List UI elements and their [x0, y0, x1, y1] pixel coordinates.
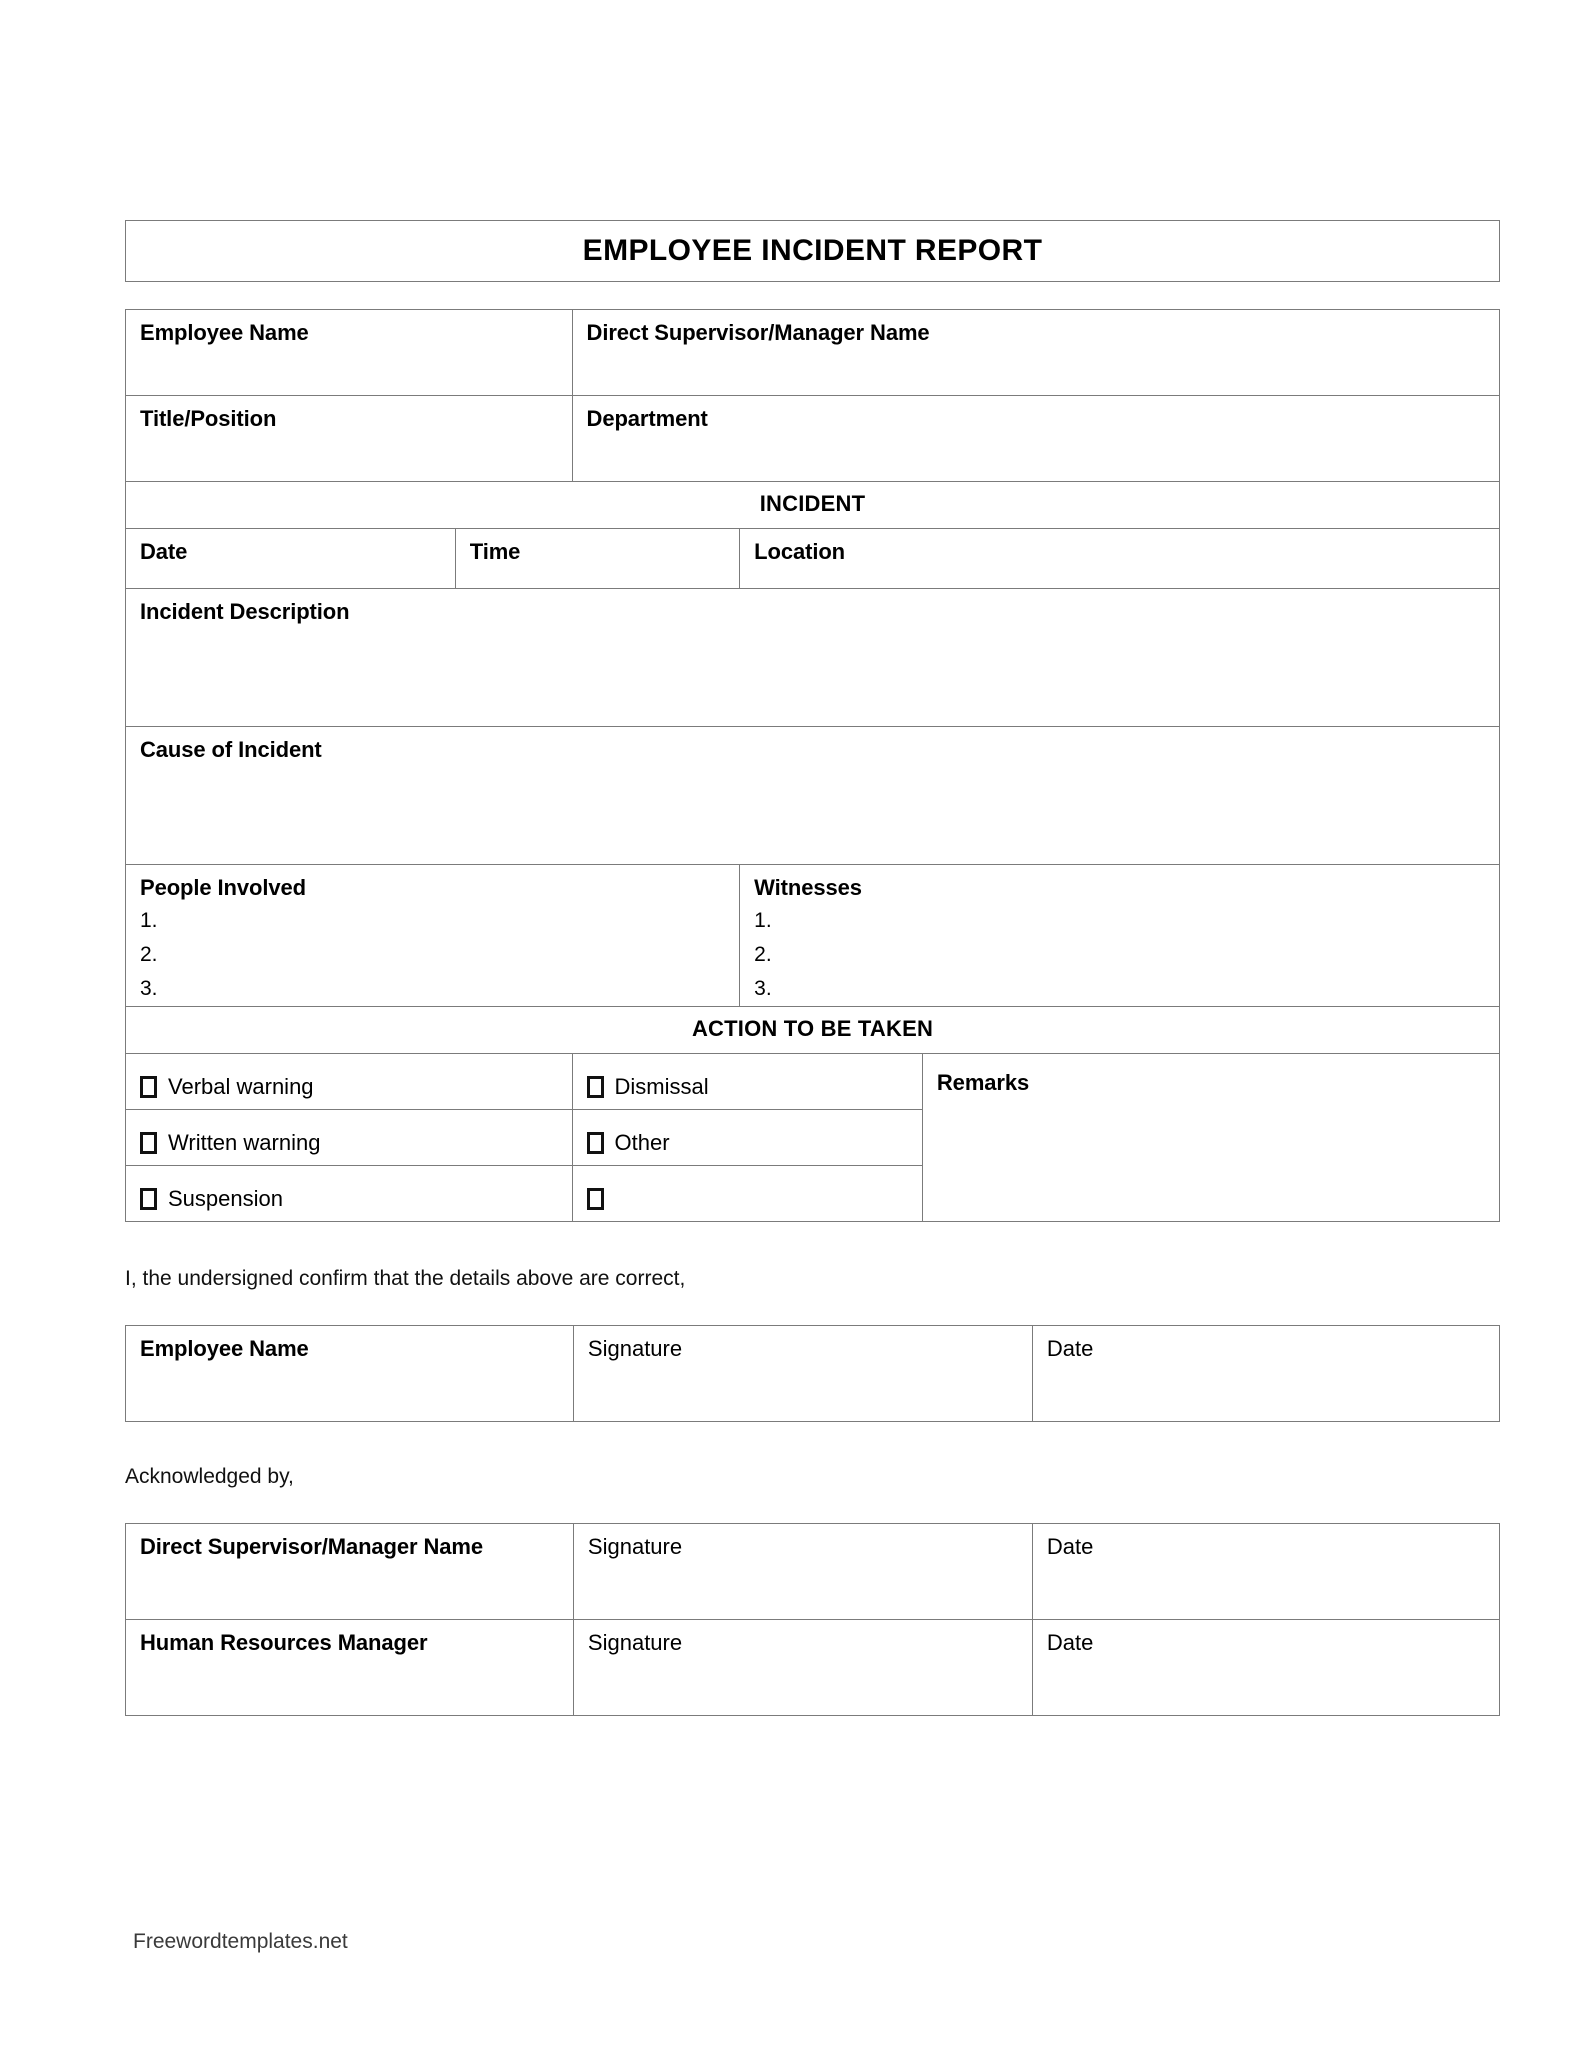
table-row: Verbal warning Dismissal Remarks [125, 1053, 1501, 1223]
remarks-label: Remarks [936, 1070, 1030, 1096]
cell-hr-date[interactable]: Date [1031, 1619, 1501, 1717]
cell-department[interactable]: Department [571, 395, 1501, 482]
cell-supervisor-date[interactable]: Date [1031, 1523, 1501, 1621]
people-involved-label: People Involved [140, 875, 306, 900]
document-title-bar: EMPLOYEE INCIDENT REPORT [125, 220, 1500, 282]
time-label: Time [469, 539, 521, 564]
action-option-label: Dismissal [614, 1074, 709, 1100]
acknowledgement-signature-table: Direct Supervisor/Manager Name Signature… [125, 1523, 1501, 1717]
cell-remarks[interactable]: Remarks [921, 1053, 1501, 1223]
list-item: 2. [140, 943, 158, 967]
cell-incident-description[interactable]: Incident Description [125, 588, 1500, 727]
table-row: People Involved 1. 2. 3. Witnesses 1. 2.… [124, 863, 1500, 1008]
signature-label: Signature [587, 1630, 683, 1656]
list-item: 1. [140, 909, 158, 932]
table-row: Cause of Incident [125, 726, 1500, 865]
hr-manager-label: Human Resources Manager [140, 1630, 428, 1656]
action-option-dismissal[interactable]: Dismissal [571, 1053, 923, 1111]
date-label: Date [1046, 1336, 1094, 1362]
cell-employee-date[interactable]: Date [1031, 1325, 1501, 1423]
cell-title-position[interactable]: Title/Position [125, 395, 573, 482]
date-label: Date [1046, 1534, 1094, 1560]
page-title: EMPLOYEE INCIDENT REPORT [582, 234, 1043, 267]
action-option-label: Written warning [168, 1130, 321, 1156]
employee-name-label: Employee Name [140, 1336, 309, 1362]
action-option-blank[interactable] [571, 1165, 923, 1223]
witnesses-label: Witnesses [754, 875, 862, 900]
checkbox-icon[interactable] [586, 1188, 604, 1211]
date-label: Date [1046, 1630, 1094, 1656]
date-label: Date [140, 539, 188, 564]
action-option-label: Verbal warning [168, 1074, 314, 1100]
cell-employee-signature[interactable]: Signature [572, 1325, 1033, 1423]
list-item: 3. [140, 977, 158, 1001]
checkbox-icon[interactable] [140, 1132, 157, 1155]
title-position-label: Title/Position [140, 406, 277, 431]
action-option-written-warning[interactable]: Written warning [125, 1109, 573, 1167]
table-row: INCIDENT [125, 481, 1500, 529]
cell-employee-name-signoff[interactable]: Employee Name [125, 1325, 574, 1423]
confirmation-statement: I, the undersigned confirm that the deta… [125, 1267, 686, 1291]
cell-cause-of-incident[interactable]: Cause of Incident [125, 726, 1500, 865]
cell-location[interactable]: Location [739, 528, 1500, 589]
title-spacer [125, 282, 1500, 309]
form-sheet: EMPLOYEE INCIDENT REPORT Employee Name D… [124, 220, 1501, 1717]
checkbox-icon[interactable] [140, 1076, 157, 1099]
action-option-label: Suspension [168, 1186, 283, 1212]
acknowledgement-statement: Acknowledged by, [125, 1465, 294, 1489]
table-row: Direct Supervisor/Manager Name Signature… [125, 1523, 1501, 1621]
section-header-action: ACTION TO BE TAKEN [125, 1006, 1500, 1055]
cell-supervisor-name-signoff[interactable]: Direct Supervisor/Manager Name [125, 1523, 574, 1621]
department-label: Department [586, 406, 708, 431]
action-option-other[interactable]: Other [571, 1109, 923, 1167]
supervisor-name-label: Direct Supervisor/Manager Name [140, 1534, 484, 1560]
table-row: Employee Name Direct Supervisor/Manager … [125, 309, 1501, 396]
checkbox-icon[interactable] [586, 1076, 604, 1099]
cell-supervisor-name[interactable]: Direct Supervisor/Manager Name [571, 309, 1501, 396]
list-item: 3. [754, 977, 772, 1001]
action-option-suspension[interactable]: Suspension [125, 1165, 573, 1223]
cell-witnesses[interactable]: Witnesses 1. 2. 3. [739, 863, 1500, 1008]
footer-watermark: Freewordtemplates.net [133, 1930, 348, 1953]
action-option-verbal-warning[interactable]: Verbal warning [125, 1053, 573, 1111]
table-row: Date Time Location [125, 528, 1500, 589]
checkbox-icon[interactable] [140, 1188, 157, 1211]
list-item: 2. [754, 943, 772, 967]
signature-label: Signature [587, 1336, 683, 1362]
employee-name-label: Employee Name [140, 320, 309, 345]
cell-date[interactable]: Date [125, 528, 456, 589]
table-row: Human Resources Manager Signature Date [125, 1619, 1501, 1717]
incident-form-table: Employee Name Direct Supervisor/Manager … [124, 309, 1501, 1223]
action-option-label: Other [614, 1130, 670, 1156]
supervisor-name-label: Direct Supervisor/Manager Name [586, 320, 930, 345]
table-row: ACTION TO BE TAKEN [125, 1006, 1500, 1055]
location-label: Location [754, 539, 846, 564]
cell-supervisor-signature[interactable]: Signature [572, 1523, 1033, 1621]
signature-label: Signature [587, 1534, 683, 1560]
witnesses-list: 1. 2. 3. [754, 900, 1485, 1006]
people-involved-list: 1. 2. 3. [140, 900, 725, 1006]
cell-employee-name[interactable]: Employee Name [125, 309, 573, 396]
cause-of-incident-label: Cause of Incident [140, 737, 322, 762]
cell-people-involved[interactable]: People Involved 1. 2. 3. [124, 863, 741, 1008]
employee-signature-table: Employee Name Signature Date [125, 1325, 1501, 1423]
table-row: Employee Name Signature Date [125, 1325, 1501, 1423]
table-row: Incident Description [125, 588, 1500, 727]
cell-hr-manager-name-signoff[interactable]: Human Resources Manager [125, 1619, 574, 1717]
cell-time[interactable]: Time [454, 528, 741, 589]
section-header-incident: INCIDENT [125, 481, 1500, 529]
list-item: 1. [754, 909, 772, 932]
document-page: EMPLOYEE INCIDENT REPORT Employee Name D… [0, 0, 1583, 2048]
checkbox-icon[interactable] [586, 1132, 604, 1155]
table-row: Title/Position Department [125, 395, 1501, 482]
cell-hr-signature[interactable]: Signature [572, 1619, 1033, 1717]
incident-description-label: Incident Description [140, 599, 350, 624]
